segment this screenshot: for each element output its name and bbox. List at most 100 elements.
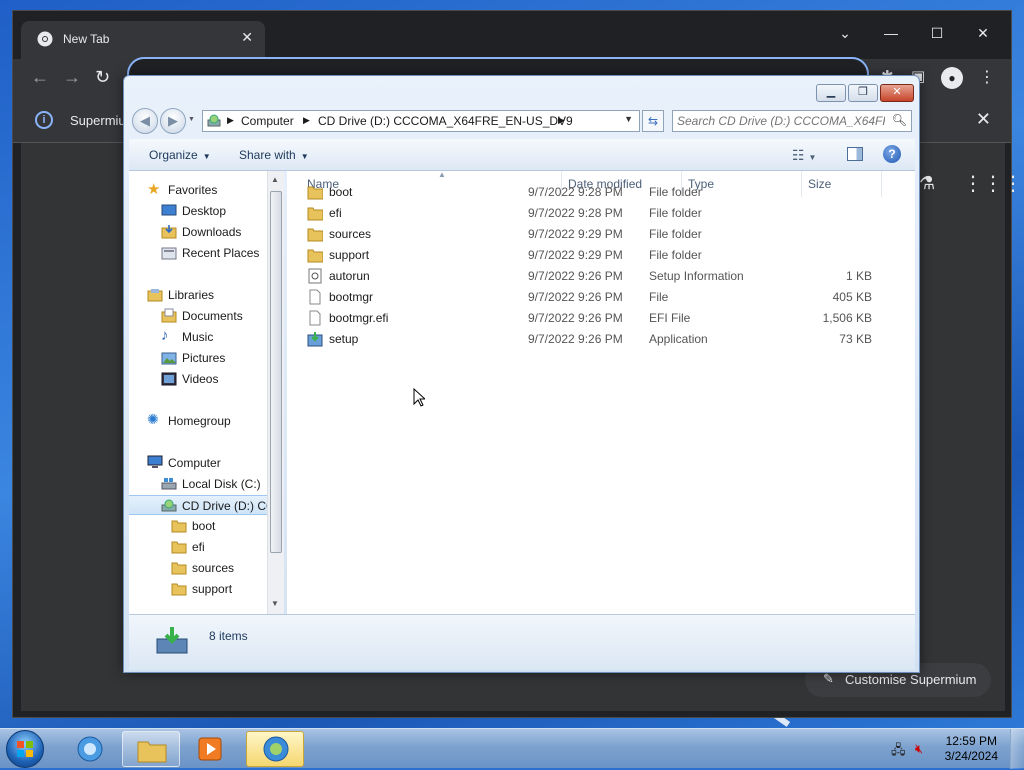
menu-icon[interactable]: ⋮ <box>979 67 995 87</box>
media-player-icon <box>198 737 222 761</box>
refresh-button[interactable]: ⇆ <box>642 110 664 132</box>
file-type: File folder <box>649 185 702 199</box>
chevron-down-icon: ▼ <box>202 152 211 161</box>
show-desktop-button[interactable] <box>1010 729 1024 769</box>
back-icon[interactable]: ← <box>31 67 49 88</box>
nav-label: Favorites <box>168 183 218 197</box>
folder-icon <box>171 583 187 596</box>
explorer-forward-button[interactable]: ▶ <box>160 108 186 134</box>
file-list: Name ▲ Date modified Type Size boot 9/7/20… <box>287 170 915 614</box>
desktop-icon <box>161 204 177 216</box>
folder-icon <box>307 249 323 263</box>
pictures-icon <box>161 352 177 365</box>
nav-label: Pictures <box>182 351 226 365</box>
mouse-cursor-icon <box>413 388 425 407</box>
file-type: File folder <box>649 206 702 220</box>
apps-icon[interactable]: ⋮⋮⋮ <box>963 171 1023 196</box>
help-icon[interactable]: ? <box>883 145 901 163</box>
nav-label: Desktop <box>182 204 227 218</box>
file-name: bootmgr.efi <box>329 311 389 325</box>
taskbar-explorer-button[interactable] <box>122 731 180 767</box>
tab-title: New Tab <box>63 32 110 46</box>
infobar-close-icon[interactable]: ✕ <box>976 109 991 130</box>
taskbar-media-player-button[interactable] <box>186 731 234 767</box>
breadcrumb-separator-icon[interactable]: ▶ <box>227 115 234 126</box>
address-bar[interactable]: ▶ Computer ▶ CD Drive (D:) CCCOMA_X64FRE… <box>202 110 640 132</box>
nav-label: Libraries <box>168 288 215 302</box>
file-row[interactable]: autorun 9/7/2022 9:26 PM Setup Information… <box>287 266 887 287</box>
nav-label: Computer <box>168 456 221 470</box>
maximize-icon[interactable]: ☐ <box>927 25 947 42</box>
file-type: File <box>649 290 669 304</box>
file-type: File folder <box>649 227 702 241</box>
nav-cd-drive-d[interactable]: CD Drive (D:) CCCOMA_X64FRE_EN-US_DV9 <box>129 495 272 515</box>
file-row[interactable]: bootmgr.efi 9/7/2022 9:26 PM EFI File 1,506… <box>287 308 887 329</box>
explorer-minimize-button[interactable]: ▁ <box>816 84 846 102</box>
tray-clock[interactable]: 12:59 PM 3/24/2024 <box>945 734 998 764</box>
address-dropdown-icon[interactable]: ▼ <box>624 114 633 124</box>
close-icon[interactable]: ✕ <box>973 25 993 42</box>
search-icon[interactable]: 🔍︎ <box>892 113 907 127</box>
explorer-back-button[interactable]: ◀ <box>132 108 158 134</box>
file-icon <box>309 289 321 305</box>
setup-info-icon <box>308 268 322 284</box>
breadcrumb-separator-icon[interactable]: ▶ <box>303 115 310 126</box>
organize-button[interactable]: Organize ▼ <box>149 148 211 162</box>
scrollbar-thumb[interactable] <box>270 191 282 553</box>
file-type: EFI File <box>649 311 691 325</box>
recent-pages-icon[interactable]: ▼ <box>188 116 195 123</box>
taskbar-ie-button[interactable] <box>66 731 114 767</box>
breadcrumb-separator-icon[interactable]: ▶ <box>558 115 565 126</box>
minimize-icon[interactable]: — <box>881 25 901 41</box>
scroll-down-icon[interactable]: ▼ <box>271 599 279 608</box>
explorer-close-button[interactable]: ✕ <box>880 84 914 102</box>
breadcrumb-cd-drive[interactable]: CD Drive (D:) CCCOMA_X64FRE_EN-US_DV9 <box>318 114 573 128</box>
explorer-restore-button[interactable]: ❐ <box>848 84 878 102</box>
nav-label: Recent Places <box>182 246 260 260</box>
nav-label: boot <box>192 519 216 533</box>
network-icon[interactable]: 🖧 <box>891 741 906 763</box>
scroll-up-icon[interactable]: ▲ <box>271 175 279 184</box>
file-date: 9/7/2022 9:28 PM <box>528 185 623 199</box>
file-type: Setup Information <box>649 269 744 283</box>
change-view-icon[interactable]: ☷ ▼ <box>792 147 816 164</box>
nav-label: sources <box>192 561 235 575</box>
file-row[interactable]: support 9/7/2022 9:29 PM File folder <box>287 245 887 266</box>
folder-icon <box>307 207 323 221</box>
file-row[interactable]: bootmgr 9/7/2022 9:26 PM File 405 KB <box>287 287 887 308</box>
reload-icon[interactable]: ↻ <box>95 67 110 88</box>
file-date: 9/7/2022 9:26 PM <box>528 290 623 304</box>
recent-places-icon <box>161 247 177 260</box>
libraries-icon <box>147 289 163 302</box>
taskbar-supermium-button[interactable] <box>246 731 304 767</box>
tab-search-icon[interactable]: ⌄ <box>835 25 855 42</box>
folder-icon <box>171 520 187 533</box>
file-size: 1 KB <box>845 269 872 283</box>
info-icon: i <box>35 111 53 129</box>
profile-icon[interactable]: ● <box>941 67 963 89</box>
file-date: 9/7/2022 9:28 PM <box>528 206 623 220</box>
volume-muted-icon[interactable]: 🔇︎ <box>915 741 923 757</box>
command-bar: Organize ▼ Share with ▼ ☷ ▼ ? <box>129 139 915 171</box>
share-with-button[interactable]: Share with ▼ <box>239 148 309 162</box>
pencil-icon: ✎ <box>823 671 834 686</box>
start-button[interactable] <box>6 730 44 768</box>
taskbar: 🖧 🔇︎ 12:59 PM 3/24/2024 <box>0 728 1024 769</box>
preview-pane-icon[interactable] <box>847 147 863 161</box>
computer-icon <box>147 455 163 468</box>
search-input[interactable] <box>675 112 887 130</box>
forward-icon[interactable]: → <box>63 67 81 88</box>
file-size: 73 KB <box>839 332 872 346</box>
file-row[interactable]: efi 9/7/2022 9:28 PM File folder <box>287 203 887 224</box>
labs-icon[interactable]: ⚗ <box>919 173 935 194</box>
clock-time: 12:59 PM <box>945 734 997 748</box>
file-row[interactable]: boot 9/7/2022 9:28 PM File folder <box>287 182 887 203</box>
file-row[interactable]: setup 9/7/2022 9:26 PM Application 73 KB <box>287 329 887 350</box>
nav-scrollbar[interactable]: ▲ ▼ <box>267 171 284 614</box>
browser-tab-new-tab[interactable]: New Tab ✕ <box>21 21 265 59</box>
breadcrumb-computer[interactable]: Computer <box>241 114 294 128</box>
homegroup-icon: ✺ <box>147 411 159 427</box>
tab-close-icon[interactable]: ✕ <box>241 29 253 46</box>
chevron-down-icon: ▼ <box>300 152 309 161</box>
file-row[interactable]: sources 9/7/2022 9:29 PM File folder <box>287 224 887 245</box>
